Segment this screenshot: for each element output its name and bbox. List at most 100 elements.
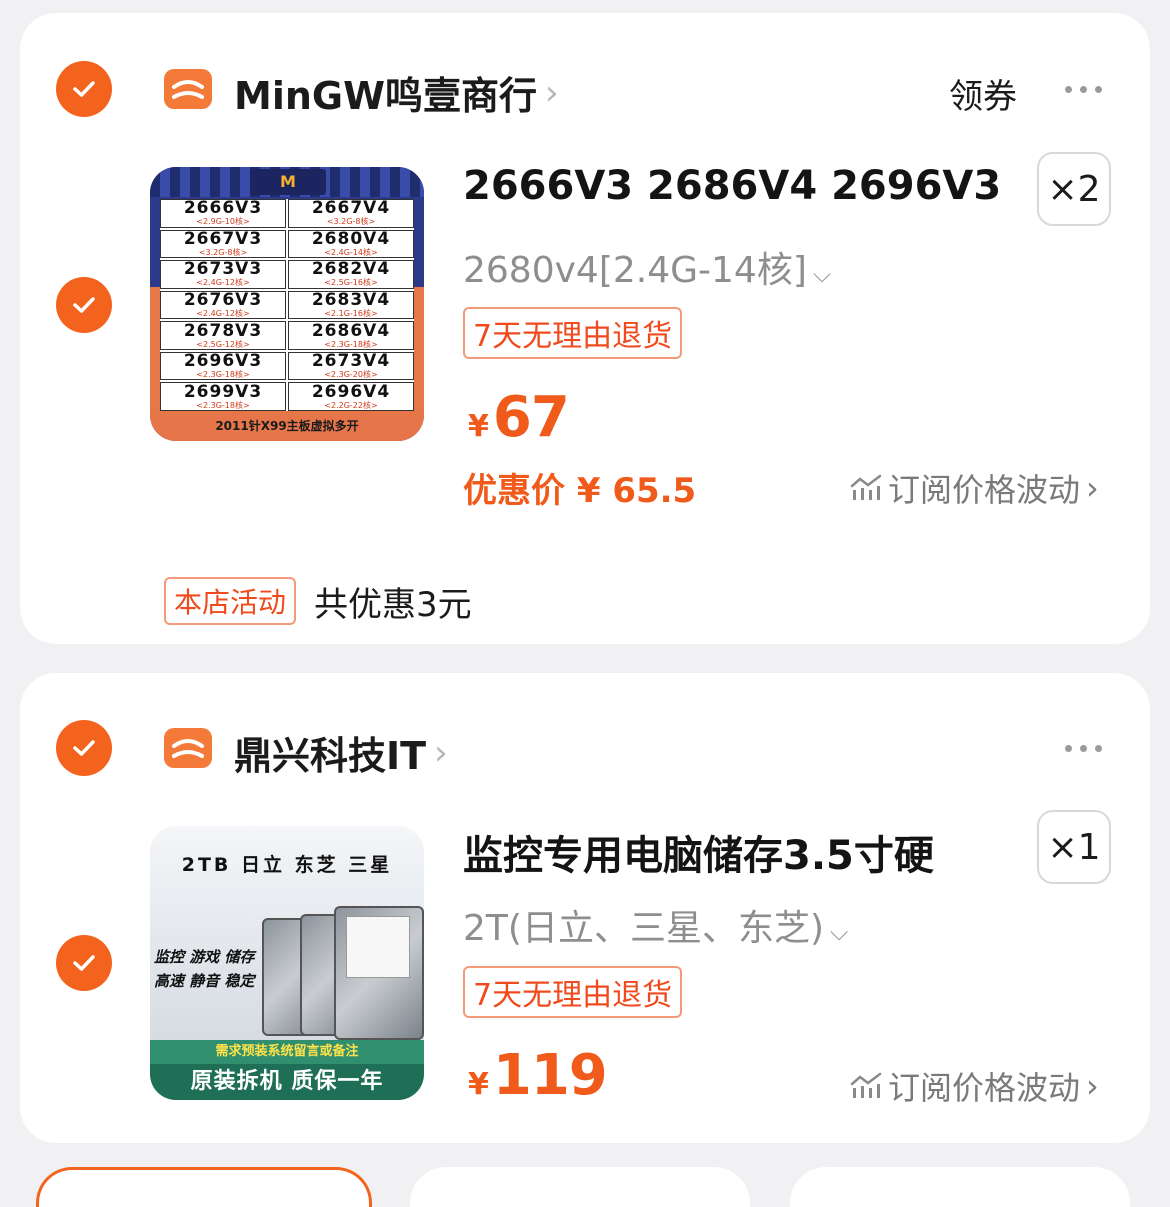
coupon-button[interactable]: 领券 xyxy=(949,69,1017,118)
cpu-model-spec: <2.4G-14核> xyxy=(324,247,378,257)
chevron-down-icon: ⌵ xyxy=(830,918,849,946)
cpu-model-cell: 2686V4 <2.3G-18核> xyxy=(288,321,414,350)
quantity-stepper[interactable]: ×2 xyxy=(1037,152,1111,226)
subscribe-label: 订阅价格波动 xyxy=(888,1069,1081,1107)
cpu-model-name: 2696V4 xyxy=(311,381,391,402)
quantity-stepper[interactable]: ×1 xyxy=(1037,810,1111,884)
item-select-checkbox[interactable] xyxy=(56,277,112,333)
cpu-model-cell: 2673V4 <2.3G-20核> xyxy=(288,351,414,381)
item-select-checkbox[interactable] xyxy=(56,935,112,991)
cpu-model-spec: <2.5G-16核> xyxy=(324,278,378,288)
store-select-checkbox[interactable] xyxy=(56,720,112,776)
sku-text: 2T(日立、三星、东芝) xyxy=(463,908,824,949)
more-options-icon[interactable] xyxy=(1065,86,1102,93)
price: ¥67 xyxy=(468,385,570,450)
cpu-model-cell: 2667V4 <3.2G-8核> xyxy=(288,199,414,228)
cpu-model-cell: 2696V4 <2.2G-22核> xyxy=(288,382,414,411)
chevron-right-icon: › xyxy=(1086,1067,1099,1105)
price-value: 119 xyxy=(492,1043,608,1108)
store-card-dingxing: 鼎兴科技IT › 2TB 日立 东芝 三星 监控 游戏 储存 高速 静音 稳定 … xyxy=(20,673,1150,1143)
thumbnail-band-note: 需求预装系统留言或备注 xyxy=(150,1040,424,1064)
subscribe-price-button[interactable]: 订阅价格波动 › xyxy=(850,465,1099,511)
cpu-model-cell: 2696V3 <2.3G-18核> xyxy=(160,351,286,381)
checkmark-icon xyxy=(73,297,95,313)
thumbnail-brands: 2TB 日立 东芝 三星 xyxy=(181,854,393,876)
subscribe-price-button[interactable]: 订阅价格波动 › xyxy=(850,1063,1099,1109)
price-trend-icon xyxy=(850,474,882,500)
shop-name-link[interactable]: MinGW鸣壹商行 › xyxy=(234,65,559,120)
sku-selector[interactable]: 2680v4[2.4G-14核] ⌵ xyxy=(463,241,831,293)
price: ¥119 xyxy=(468,1043,608,1108)
product-thumbnail[interactable]: 2TB 日立 东芝 三星 监控 游戏 储存 高速 静音 稳定 需求预装系统留言或… xyxy=(150,826,424,1100)
cpu-model-spec: <2.5G-12核> xyxy=(196,339,250,349)
cpu-model-name: 2678V3 xyxy=(183,320,263,341)
cpu-model-name: 2673V3 xyxy=(183,259,263,280)
cpu-model-spec: <2.3G-20核> xyxy=(324,370,378,380)
thumbnail-line1: 监控 游戏 储存 xyxy=(154,948,255,966)
chevron-right-icon: › xyxy=(1086,469,1099,507)
shop-name-text: MinGW鸣壹商行 xyxy=(234,74,537,118)
product-thumbnail[interactable]: M 2666V3 <2.9G-10核> 2667V4 <3.2G-8核> 2667V3 <… xyxy=(150,167,424,441)
bottom-tab-partial[interactable] xyxy=(410,1167,750,1207)
cpu-model-spec: <2.4G-12核> xyxy=(196,278,250,288)
cpu-model-name: 2699V3 xyxy=(183,381,263,402)
return-policy-badge: 7天无理由退货 xyxy=(463,966,683,1018)
chevron-down-icon: ⌵ xyxy=(812,260,832,288)
cpu-model-name: 2683V4 xyxy=(311,289,391,310)
shop-name-link[interactable]: 鼎兴科技IT › xyxy=(234,725,448,780)
currency-symbol: ¥ xyxy=(468,1067,489,1102)
price-value: 67 xyxy=(492,385,570,450)
cpu-model-cell: 2682V4 <2.5G-16核> xyxy=(288,260,414,289)
subscribe-label: 订阅价格波动 xyxy=(888,471,1081,509)
cpu-model-name: 2682V4 xyxy=(311,259,391,280)
sku-selector[interactable]: 2T(日立、三星、东芝) ⌵ xyxy=(463,899,848,951)
cpu-model-cell: 2667V3 <3.2G-8核> xyxy=(160,228,286,259)
price-trend-icon xyxy=(850,1072,882,1098)
cpu-model-spec: <2.1G-16核> xyxy=(324,308,378,318)
cpu-model-cell: 2666V3 <2.9G-10核> xyxy=(160,199,286,228)
cpu-model-name: 2686V4 xyxy=(311,320,391,341)
cpu-model-name: 2667V4 xyxy=(311,198,391,219)
chevron-right-icon: › xyxy=(434,732,448,773)
brand-logo: M xyxy=(250,169,326,195)
cpu-model-name: 2696V3 xyxy=(183,351,263,372)
shop-icon xyxy=(164,69,212,109)
cpu-model-spec: <3.2G-8核> xyxy=(326,217,376,227)
cpu-model-cell: 2676V3 <2.4G-12核> xyxy=(160,289,286,320)
cpu-model-cell: 2699V3 <2.3G-18核> xyxy=(160,382,286,411)
product-title[interactable]: 2666V3 2686V4 2696V3 xyxy=(463,163,1001,209)
cpu-model-cell: 2680V4 <2.4G-14核> xyxy=(288,228,414,259)
store-card-mingw: MinGW鸣壹商行 › 领券 M 2666V3 <2.9G-10核> 2667V4 <… xyxy=(20,13,1150,644)
cpu-model-spec: <2.3G-18核> xyxy=(196,370,250,380)
bottom-tab-partial[interactable] xyxy=(36,1167,372,1207)
cpu-model-name: 2666V3 xyxy=(183,198,263,219)
cpu-model-spec: <2.3G-18核> xyxy=(324,339,378,349)
cpu-model-cell: 2673V3 <2.4G-12核> xyxy=(160,260,286,289)
cpu-model-spec: <2.9G-10核> xyxy=(196,217,250,227)
product-title[interactable]: 监控专用电脑储存3.5寸硬 xyxy=(463,823,934,881)
cpu-model-cell: 2683V4 <2.1G-16核> xyxy=(288,289,414,320)
chevron-right-icon: › xyxy=(545,72,559,113)
cpu-model-name: 2676V3 xyxy=(183,289,263,310)
cpu-model-spec: <2.2G-22核> xyxy=(324,400,378,410)
checkmark-icon xyxy=(73,955,95,971)
cpu-model-name: 2680V4 xyxy=(311,228,391,249)
bottom-tab-partial[interactable] xyxy=(790,1167,1130,1207)
cpu-model-name: 2673V4 xyxy=(311,351,391,372)
thumbnail-footer: 2011针X99主板虚拟多开 xyxy=(150,411,424,441)
currency-symbol: ¥ xyxy=(468,409,489,444)
more-options-icon[interactable] xyxy=(1065,745,1102,752)
thumbnail-line2: 高速 静音 稳定 xyxy=(154,972,255,990)
return-policy-badge: 7天无理由退货 xyxy=(463,307,683,359)
checkmark-icon xyxy=(73,740,95,756)
store-activity-badge[interactable]: 本店活动 xyxy=(164,577,297,625)
cpu-model-grid: 2666V3 <2.9G-10核> 2667V4 <3.2G-8核> 2667V3 <3.… xyxy=(160,199,414,411)
shop-name-text: 鼎兴科技IT xyxy=(234,734,427,778)
thumbnail-band-warranty: 原装拆机 质保一年 xyxy=(150,1064,424,1100)
cpu-model-spec: <2.3G-18核> xyxy=(196,400,250,410)
checkmark-icon xyxy=(73,81,95,97)
cpu-model-spec: <2.4G-12核> xyxy=(196,308,250,318)
store-select-checkbox[interactable] xyxy=(56,61,112,117)
cpu-model-name: 2667V3 xyxy=(183,228,263,249)
store-activity-text: 共优惠3元 xyxy=(314,585,472,625)
